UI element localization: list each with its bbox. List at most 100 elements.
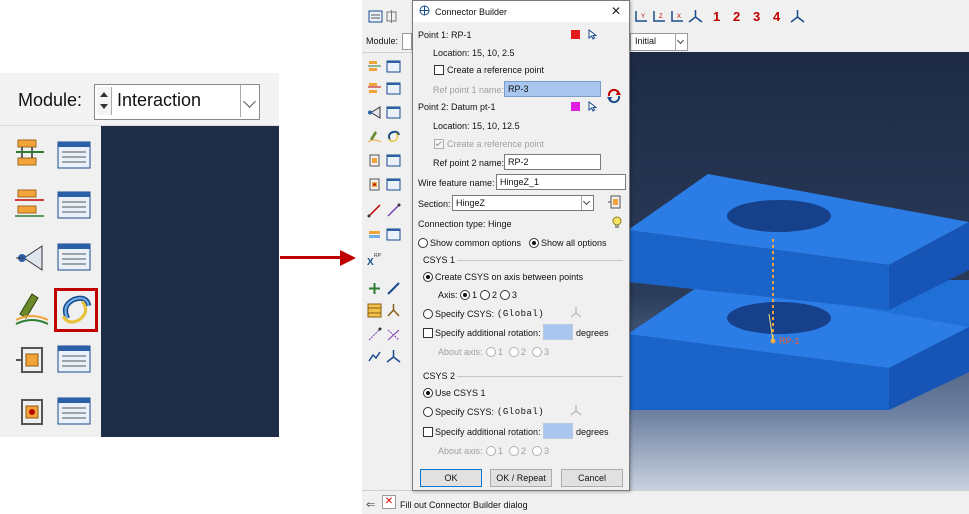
connector-manager-icon[interactable] bbox=[56, 394, 92, 430]
point1-ref-name-input[interactable]: RP-3 bbox=[504, 81, 601, 97]
csys1-about2-radio[interactable] bbox=[509, 347, 519, 357]
create-constraint-icon[interactable] bbox=[14, 240, 50, 276]
list-icon[interactable] bbox=[386, 227, 401, 242]
wire-feature-input[interactable]: HingeZ_1 bbox=[496, 174, 626, 190]
show-common-radio[interactable] bbox=[418, 238, 428, 248]
csys1-create-radio[interactable] bbox=[423, 272, 433, 282]
csys2-about2-radio[interactable] bbox=[509, 446, 519, 456]
csys1-axis2-radio[interactable] bbox=[480, 290, 490, 300]
query-icon[interactable] bbox=[384, 9, 399, 24]
csys2-about1-radio[interactable] bbox=[486, 446, 496, 456]
show-all-radio[interactable] bbox=[529, 238, 539, 248]
create-connector-builder-icon[interactable] bbox=[14, 394, 50, 430]
view-number-2[interactable]: 2 bbox=[733, 9, 740, 24]
connector-manager-icon[interactable] bbox=[386, 177, 401, 192]
csys2-use-csys1-radio[interactable] bbox=[423, 388, 433, 398]
module-select[interactable]: Interaction bbox=[94, 84, 260, 120]
csys2-specify-radio[interactable] bbox=[423, 407, 433, 417]
close-icon[interactable]: ✕ bbox=[611, 4, 621, 18]
view-yz-icon[interactable]: Z bbox=[652, 9, 667, 24]
datum-point-icon[interactable] bbox=[367, 281, 382, 296]
point2-ref-name-input[interactable]: RP-2 bbox=[504, 154, 601, 170]
create-wire-feature-icon[interactable] bbox=[14, 290, 50, 326]
connector-section-manager-icon[interactable] bbox=[386, 153, 401, 168]
csys1-about3-radio[interactable] bbox=[532, 347, 542, 357]
create-connector-section-icon[interactable] bbox=[14, 342, 50, 378]
draw-line-purple-icon[interactable] bbox=[386, 203, 401, 218]
step-select[interactable]: Initial bbox=[630, 33, 688, 51]
datum-csys-icon[interactable] bbox=[386, 303, 401, 318]
create-connector-assignment-icon[interactable] bbox=[54, 288, 98, 332]
view-number-1[interactable]: 1 bbox=[713, 9, 720, 24]
csys1-specify-radio[interactable] bbox=[423, 309, 433, 319]
list-manager-icon[interactable] bbox=[368, 9, 383, 24]
point1-color-swatch[interactable] bbox=[571, 30, 580, 39]
context-module-select[interactable] bbox=[402, 33, 412, 50]
create-interaction-icon[interactable] bbox=[14, 136, 50, 172]
view-number-4[interactable]: 4 bbox=[773, 9, 780, 24]
csys1-axis3-radio[interactable] bbox=[500, 290, 510, 300]
reference-point-icon[interactable]: XRP bbox=[367, 251, 382, 266]
view-triad-icon[interactable] bbox=[790, 9, 805, 24]
module-select-value: Interaction bbox=[117, 90, 202, 110]
module-spinner[interactable] bbox=[97, 87, 112, 115]
point1-create-ref-checkbox[interactable] bbox=[434, 65, 444, 75]
view-zx-icon[interactable]: X bbox=[670, 9, 685, 24]
point2-color-swatch[interactable] bbox=[571, 102, 580, 111]
interaction-manager-icon[interactable] bbox=[386, 59, 401, 74]
pick-cursor-icon[interactable] bbox=[588, 101, 597, 112]
point1-create-ref-label: Create a reference point bbox=[447, 65, 545, 75]
partition-edge-icon[interactable] bbox=[367, 327, 382, 342]
pick-cursor-icon[interactable] bbox=[588, 29, 597, 40]
interaction-property-manager-icon[interactable] bbox=[386, 81, 401, 96]
lightbulb-icon[interactable] bbox=[610, 215, 624, 229]
create-interaction-property-icon[interactable] bbox=[367, 81, 382, 96]
create-wire-feature-icon[interactable] bbox=[367, 129, 382, 144]
create-connector-builder-icon[interactable] bbox=[367, 177, 382, 192]
interaction-property-manager-icon[interactable] bbox=[56, 188, 92, 224]
section-select[interactable]: HingeZ bbox=[452, 195, 594, 211]
constraint-manager-icon[interactable] bbox=[56, 240, 92, 276]
create-section-icon[interactable] bbox=[607, 194, 623, 210]
create-connector-section-icon[interactable] bbox=[367, 153, 382, 168]
point2-header: Point 2: Datum pt-1 bbox=[418, 102, 496, 112]
csys1-about1-radio[interactable] bbox=[486, 347, 496, 357]
create-connector-assignment-icon[interactable] bbox=[386, 129, 401, 144]
create-interaction-icon[interactable] bbox=[367, 59, 382, 74]
ok-button[interactable]: OK bbox=[420, 469, 482, 487]
ok-repeat-button[interactable]: OK / Repeat bbox=[490, 469, 552, 487]
datum-plane-icon[interactable] bbox=[367, 303, 382, 318]
create-interaction-property-icon[interactable] bbox=[14, 186, 50, 222]
csys2-rotation-checkbox[interactable] bbox=[423, 427, 433, 437]
create-constraint-icon[interactable] bbox=[367, 105, 382, 120]
viewport[interactable]: RP-1 bbox=[628, 52, 969, 490]
csys1-rotation-checkbox[interactable] bbox=[423, 328, 433, 338]
interaction-manager-icon[interactable] bbox=[56, 138, 92, 174]
datum-axis-icon[interactable] bbox=[386, 281, 401, 296]
dialog-titlebar[interactable]: Connector Builder ✕ bbox=[413, 1, 629, 22]
cancel-procedure-icon[interactable]: ✕ bbox=[382, 495, 396, 509]
swap-points-icon[interactable] bbox=[605, 87, 623, 105]
csys2-rotation-input[interactable] bbox=[543, 423, 573, 439]
view-number-3[interactable]: 3 bbox=[753, 9, 760, 24]
constraint-manager-icon[interactable] bbox=[386, 105, 401, 120]
view-iso-icon[interactable] bbox=[688, 9, 703, 24]
point2-create-ref-checkbox[interactable] bbox=[434, 139, 444, 149]
draw-line-red-icon[interactable] bbox=[367, 203, 382, 218]
connector-section-manager-icon[interactable] bbox=[56, 342, 92, 378]
chevron-down-icon[interactable] bbox=[675, 34, 687, 50]
csys1-rotation-input[interactable] bbox=[543, 324, 573, 340]
view-xy-icon[interactable]: Y bbox=[634, 9, 649, 24]
csys2-about3-radio[interactable] bbox=[532, 446, 542, 456]
tools-edit-icon[interactable] bbox=[367, 349, 382, 364]
chevron-down-icon[interactable] bbox=[581, 196, 593, 210]
csys-pick-icon[interactable] bbox=[570, 404, 582, 416]
partition-face-icon[interactable] bbox=[386, 327, 401, 342]
csys1-axis1-radio[interactable] bbox=[460, 290, 470, 300]
cancel-button[interactable]: Cancel bbox=[561, 469, 623, 487]
tools-triad-icon[interactable] bbox=[386, 349, 401, 364]
chevron-down-icon[interactable] bbox=[240, 85, 259, 117]
assign-icon[interactable] bbox=[367, 227, 382, 242]
csys-pick-icon[interactable] bbox=[570, 306, 582, 318]
back-arrow-icon[interactable]: ⇐ bbox=[366, 498, 375, 511]
